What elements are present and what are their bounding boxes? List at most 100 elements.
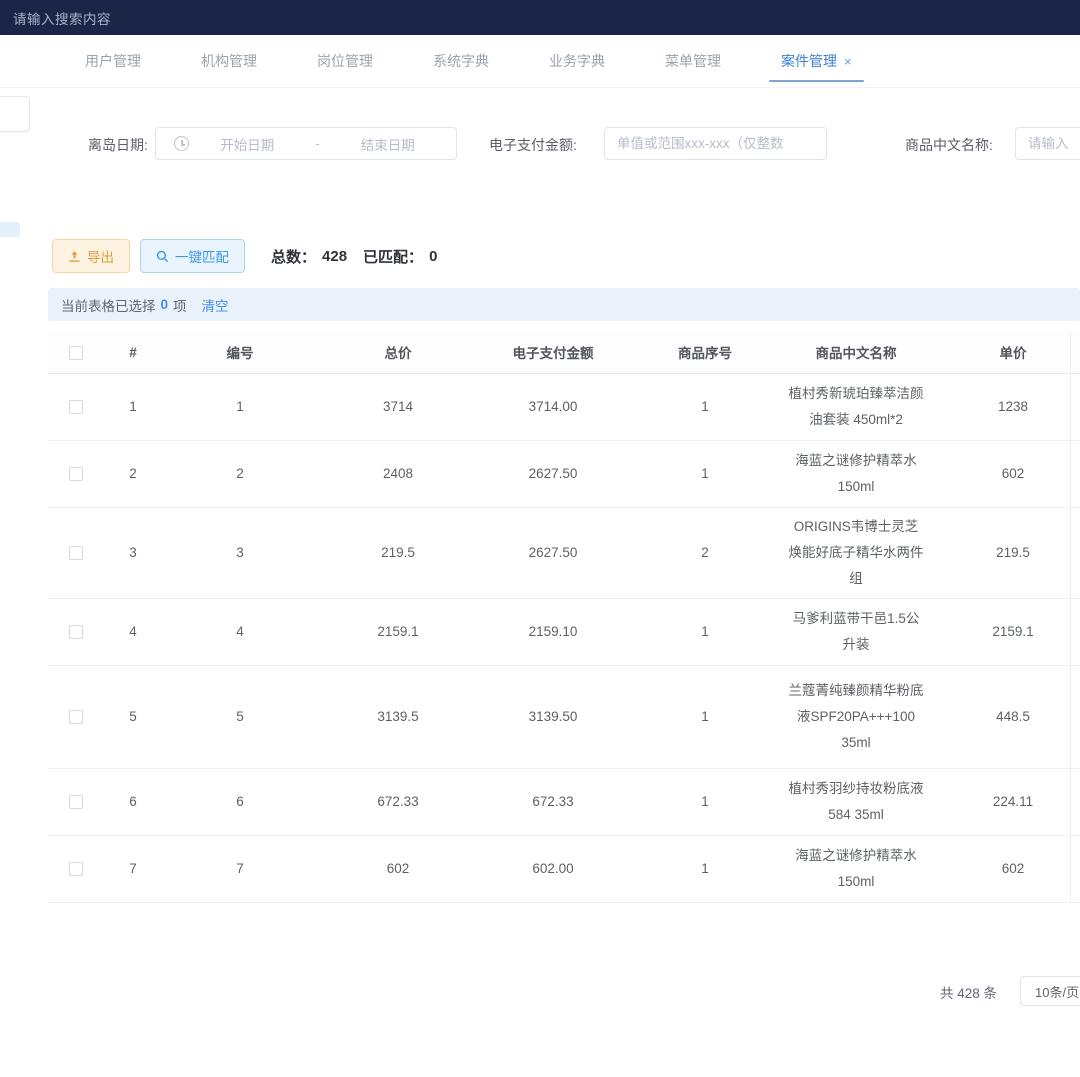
col-header-seq: 商品序号 [628,332,782,373]
tab-业务字典[interactable]: 业务字典 [519,35,635,87]
total-count-label: 总数： [271,246,316,267]
selection-suffix: 项 [173,295,187,315]
cell-code: 5 [162,665,318,768]
cell-index: 4 [104,598,162,665]
table-row: 4 4 2159.1 2159.10 1 马爹利蓝带干邑1.5公升装 2159.… [48,598,1080,665]
cell-unit-price: 224.11 [930,768,1080,835]
cell-code: 2 [162,440,318,507]
cell-product-name: 植村秀羽纱持妆粉底液584 35ml [782,768,930,835]
table-toolbar: 导出 一键匹配 总数：428 已匹配：0 [52,239,437,273]
cell-product-seq: 1 [628,665,782,768]
table-header-row: # 编号 总价 电子支付金额 商品序号 商品中文名称 单价 [48,332,1080,373]
date-range-separator: - [306,136,330,151]
cell-unit-price: 1238 [930,373,1080,440]
tab-label: 业务字典 [549,51,605,71]
date-filter-label: 离岛日期: [88,135,148,155]
one-click-match-button[interactable]: 一键匹配 [140,239,245,273]
tab-label: 菜单管理 [665,51,721,71]
end-date-input[interactable]: 结束日期 [330,134,447,154]
tab-bar: 用户管理 机构管理 岗位管理 系统字典 业务字典 菜单管理 案件管理 × [0,35,1080,88]
app-window: 请输入搜索内容 用户管理 机构管理 岗位管理 系统字典 业务字典 菜单管理 案件… [0,0,1080,1077]
cell-code: 3 [162,507,318,598]
cell-total-price: 3139.5 [318,665,478,768]
epay-amount-input[interactable] [604,127,827,160]
cell-epay-amount: 672.33 [478,768,628,835]
col-header-code: 编号 [162,332,318,373]
selection-prefix: 当前表格已选择 [61,295,156,315]
tab-机构管理[interactable]: 机构管理 [171,35,287,87]
row-checkbox[interactable] [69,862,83,876]
product-name-filter-label: 商品中文名称: [905,135,993,155]
cell-index: 6 [104,768,162,835]
cell-index: 5 [104,665,162,768]
row-checkbox[interactable] [69,467,83,481]
selection-count: 0 [161,297,169,312]
cell-index: 8 [104,902,162,903]
page-size-select[interactable]: 10条/页 [1020,976,1080,1006]
data-table: # 编号 总价 电子支付金额 商品序号 商品中文名称 单价 1 1 3714 3… [48,332,1080,903]
clock-icon [174,136,189,151]
filter-row: 离岛日期: 开始日期 - 结束日期 电子支付金额: 商品中文名称: [0,127,1080,161]
cell-total-price: 1293.47 [318,902,478,903]
cell-product-name: 植村秀新琥珀臻萃洁颜油套装 450ml*2 [782,373,930,440]
tab-label: 案件管理 [781,51,837,71]
table-row: 7 7 602 602.00 1 海蓝之谜修护精萃水 150ml 602 [48,835,1080,902]
col-header-name: 商品中文名称 [782,332,930,373]
total-count-value: 428 [322,248,347,265]
row-checkbox[interactable] [69,795,83,809]
cell-product-seq: 1 [628,902,782,903]
tab-菜单管理[interactable]: 菜单管理 [635,35,751,87]
cell-epay-amount: 602.00 [478,835,628,902]
row-checkbox[interactable] [69,546,83,560]
export-upload-icon [68,250,81,263]
cell-code: 4 [162,598,318,665]
tab-close-icon[interactable]: × [844,54,852,69]
cell-product-seq: 1 [628,373,782,440]
pagination-total: 共 428 条 [940,982,997,1002]
cell-product-seq: 1 [628,835,782,902]
matched-count-label: 已匹配： [363,246,423,267]
cell-product-name: 海蓝之谜修护精萃水 150ml [782,835,930,902]
cell-unit-price: 448.5 [930,665,1080,768]
cell-unit-price: 602 [930,440,1080,507]
left-edge-badge [0,222,20,237]
start-date-input[interactable]: 开始日期 [189,134,306,154]
table-row: 6 6 672.33 672.33 1 植村秀羽纱持妆粉底液584 35ml 2… [48,768,1080,835]
cell-unit-price: 2159.1 [930,598,1080,665]
cell-total-price: 2408 [318,440,478,507]
cell-unit-price: 150.45 [930,902,1080,903]
tab-用户管理[interactable]: 用户管理 [55,35,171,87]
product-name-input[interactable] [1015,127,1080,160]
top-header-bar: 请输入搜索内容 [0,0,1080,35]
tab-岗位管理[interactable]: 岗位管理 [287,35,403,87]
table-row: 3 3 219.5 2627.50 2 ORIGINS韦博士灵芝焕能好底子精华水… [48,507,1080,598]
cell-product-seq: 1 [628,598,782,665]
row-checkbox[interactable] [69,625,83,639]
cell-product-seq: 2 [628,507,782,598]
cell-code: 7 [162,835,318,902]
cell-epay-amount: 3714.00 [478,373,628,440]
clear-selection-link[interactable]: 清空 [202,295,229,315]
date-range-picker[interactable]: 开始日期 - 结束日期 [155,127,457,160]
table-row: 5 5 3139.5 3139.50 1 兰蔻菁纯臻颜精华粉底液SPF20PA+… [48,665,1080,768]
cell-index: 1 [104,373,162,440]
row-checkbox[interactable] [69,710,83,724]
cell-product-seq: 1 [628,768,782,835]
cell-product-name: 马爹利蓝带干邑1.5公升装 [782,598,930,665]
cell-product-name: 兰蔻菁纯臻颜精华粉底液SPF20PA+++100 35ml [782,665,930,768]
col-header-total: 总价 [318,332,478,373]
row-checkbox[interactable] [69,400,83,414]
cell-code: 8 [162,902,318,903]
cell-total-price: 3714 [318,373,478,440]
cell-index: 3 [104,507,162,598]
cell-total-price: 672.33 [318,768,478,835]
export-button[interactable]: 导出 [52,239,130,273]
tab-案件管理[interactable]: 案件管理 × [751,35,882,87]
tab-系统字典[interactable]: 系统字典 [403,35,519,87]
cell-epay-amount: 2159.10 [478,598,628,665]
select-all-checkbox[interactable] [69,346,83,360]
global-search-input[interactable]: 请输入搜索内容 [13,8,111,28]
cell-product-name: 海蓝之谜修护精萃水 150ml [782,440,930,507]
cell-epay-amount: 2627.50 [478,440,628,507]
col-header-epay: 电子支付金额 [478,332,628,373]
